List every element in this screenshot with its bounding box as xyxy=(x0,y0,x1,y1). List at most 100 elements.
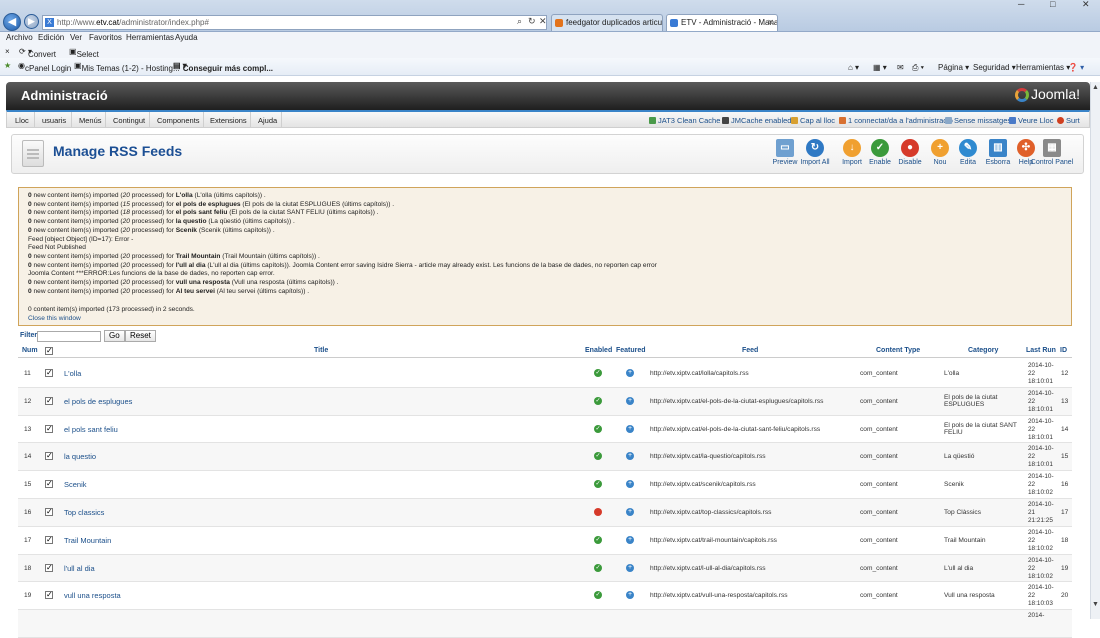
scroll-down-icon[interactable]: ▼ xyxy=(1092,601,1099,608)
enabled-check-icon[interactable]: ✓ xyxy=(594,452,602,461)
feeds-icon[interactable]: ▦ ▾ xyxy=(873,63,887,72)
col-content-type[interactable]: Content Type xyxy=(876,347,920,354)
menu-herramientas[interactable]: Herramientas xyxy=(126,33,174,42)
feed-title-link[interactable]: la questio xyxy=(64,452,96,461)
admin-menu-lloc[interactable]: Lloc xyxy=(15,116,29,125)
feed-title-link[interactable]: L'olla xyxy=(64,369,81,378)
status-messages[interactable]: Sense missatges xyxy=(945,116,1011,125)
fav-cpanel-login[interactable]: ◉ cPanel Login xyxy=(18,61,71,73)
toolbar-button-control-panel[interactable]: ▦ Control Panel xyxy=(1026,139,1078,166)
featured-toggle-icon[interactable]: + xyxy=(626,369,634,377)
featured-toggle-icon[interactable]: + xyxy=(626,424,634,433)
home-icon[interactable]: ⌂ ▾ xyxy=(848,63,859,72)
disabled-icon[interactable] xyxy=(594,508,602,516)
row-checkbox[interactable]: ✓ xyxy=(45,369,53,377)
tab-close-icon[interactable]: ✕ xyxy=(767,15,774,31)
vertical-scrollbar[interactable]: ▲ ▼ xyxy=(1090,82,1100,619)
search-icon[interactable]: ⌕ xyxy=(517,16,522,27)
admin-menu-components[interactable]: Components xyxy=(157,116,200,125)
select-button[interactable]: ▣ Select xyxy=(69,47,99,59)
col-feed[interactable]: Feed xyxy=(742,347,758,354)
row-checkbox[interactable]: ✓ xyxy=(45,535,53,544)
tools-menu[interactable]: Herramientas ▾ xyxy=(1016,63,1070,72)
row-checkbox[interactable]: ✓ xyxy=(45,591,53,600)
feed-title-link[interactable]: vull una resposta xyxy=(64,591,121,600)
col-featured[interactable]: Featured xyxy=(616,347,646,354)
forward-arrow-icon[interactable]: ▶ xyxy=(24,14,39,29)
stop-icon[interactable]: ✕ xyxy=(539,16,547,27)
status-jmcache[interactable]: JMCache enabled xyxy=(722,116,791,125)
feed-title-link[interactable]: Top classics xyxy=(64,508,104,517)
minimize-icon[interactable]: ─ xyxy=(1018,0,1024,9)
featured-toggle-icon[interactable]: + xyxy=(626,563,634,572)
row-checkbox[interactable]: ✓ xyxy=(45,508,53,516)
select-all-checkbox[interactable]: ✓ xyxy=(45,347,53,355)
convert-button[interactable]: ⟳ Convert ▾ xyxy=(19,47,56,59)
go-button[interactable]: Go xyxy=(104,330,125,342)
feed-title-link[interactable]: el pols sant feliu xyxy=(64,425,118,434)
row-checkbox[interactable]: ✓ xyxy=(45,396,53,405)
window-close-icon[interactable]: ✕ xyxy=(1082,0,1090,9)
refresh-icon[interactable]: ↻ xyxy=(528,16,536,27)
featured-toggle-icon[interactable]: + xyxy=(626,396,634,405)
fav-conseguir-mas[interactable]: ▤ Conseguir más compl... ▾ xyxy=(173,61,273,73)
enabled-check-icon[interactable]: ✓ xyxy=(594,480,602,489)
menu-ver[interactable]: Ver xyxy=(70,33,82,42)
featured-toggle-icon[interactable]: + xyxy=(626,480,634,489)
row-checkbox[interactable]: ✓ xyxy=(45,563,53,572)
status-cap-al-lloc[interactable]: Cap al lloc xyxy=(791,116,835,125)
admin-menu-extensions[interactable]: Extensions xyxy=(210,116,247,125)
admin-menu-contingut[interactable]: Contingut xyxy=(113,116,145,125)
feed-title-link[interactable]: el pols de esplugues xyxy=(64,397,132,406)
featured-toggle-icon[interactable]: + xyxy=(626,591,634,600)
close-icon[interactable]: × xyxy=(5,47,10,56)
maximize-icon[interactable]: □ xyxy=(1050,0,1055,9)
menu-archivo[interactable]: Archivo xyxy=(6,33,33,42)
enabled-check-icon[interactable]: ✓ xyxy=(594,563,602,572)
status-surt[interactable]: Surt xyxy=(1057,116,1080,125)
featured-toggle-icon[interactable]: + xyxy=(626,535,634,544)
col-category[interactable]: Category xyxy=(968,347,998,354)
address-bar[interactable]: Xhttp://www.etv.cat/administrator/index.… xyxy=(42,15,547,30)
col-title[interactable]: Title xyxy=(314,347,328,354)
feed-title-link[interactable]: l'ull al dia xyxy=(64,564,95,573)
enabled-check-icon[interactable]: ✓ xyxy=(594,369,602,377)
enabled-check-icon[interactable]: ✓ xyxy=(594,424,602,433)
page-menu[interactable]: Página ▾ xyxy=(938,63,969,72)
admin-menu-usuaris[interactable]: usuaris xyxy=(42,116,66,125)
enabled-check-icon[interactable]: ✓ xyxy=(594,591,602,600)
col-id[interactable]: ID xyxy=(1060,347,1067,354)
security-menu[interactable]: Seguridad ▾ xyxy=(973,63,1016,72)
browser-tab[interactable]: feedgator duplicados articulos ... xyxy=(551,14,663,31)
help-icon[interactable]: ❓ ▾ xyxy=(1068,63,1084,72)
row-checkbox[interactable]: ✓ xyxy=(45,480,53,489)
enabled-check-icon[interactable]: ✓ xyxy=(594,535,602,544)
enabled-check-icon[interactable]: ✓ xyxy=(594,396,602,405)
browser-tab-active[interactable]: ETV - Administració - Mana... ✕ xyxy=(666,14,778,31)
fav-mis-temas[interactable]: ▣ Mis Temas (1-2) - Hosting... xyxy=(74,61,180,73)
toolbar-button-import-all[interactable]: ↻ Import All xyxy=(795,139,835,166)
scroll-up-icon[interactable]: ▲ xyxy=(1092,84,1099,91)
admin-menu-menus[interactable]: Menús xyxy=(79,116,102,125)
col-num[interactable]: Num xyxy=(22,347,38,354)
reset-button[interactable]: Reset xyxy=(125,330,156,342)
status-veure-lloc[interactable]: Veure Lloc xyxy=(1009,116,1053,125)
status-jat3-clean-cache[interactable]: JAT3 Clean Cache xyxy=(649,116,720,125)
mail-icon[interactable]: ✉ xyxy=(897,63,904,72)
menu-edicion[interactable]: Edición xyxy=(38,33,64,42)
menu-ayuda[interactable]: Ayuda xyxy=(175,33,198,42)
row-checkbox[interactable]: ✓ xyxy=(45,452,53,461)
close-window-link[interactable]: Close this window xyxy=(28,315,81,322)
menu-favoritos[interactable]: Favoritos xyxy=(89,33,122,42)
feed-title-link[interactable]: Scenik xyxy=(64,480,87,489)
filter-input[interactable] xyxy=(37,331,101,342)
feed-title-link[interactable]: Trail Mountain xyxy=(64,536,111,545)
col-enabled[interactable]: Enabled xyxy=(585,347,612,354)
admin-menu-ajuda[interactable]: Ajuda xyxy=(258,116,277,125)
row-checkbox[interactable]: ✓ xyxy=(45,424,53,433)
favorites-star-icon[interactable]: ★ xyxy=(4,61,11,70)
col-last-run[interactable]: Last Run xyxy=(1026,347,1056,354)
featured-toggle-icon[interactable]: + xyxy=(626,508,634,516)
print-icon[interactable]: ⎙ ▾ xyxy=(912,63,924,73)
featured-toggle-icon[interactable]: + xyxy=(626,452,634,461)
